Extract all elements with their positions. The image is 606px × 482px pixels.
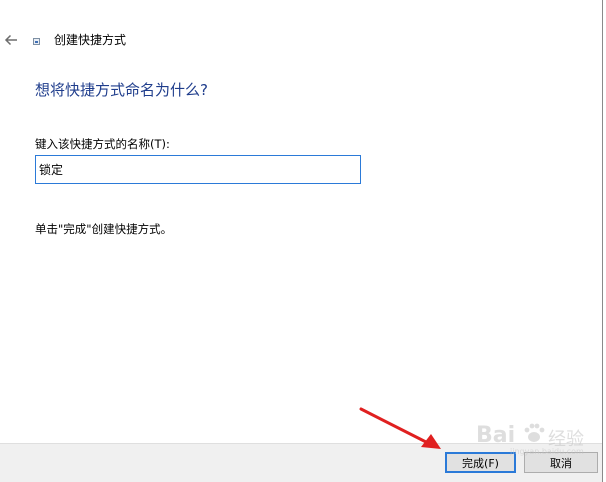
back-button[interactable] <box>2 30 22 50</box>
shortcut-name-label: 键入该快捷方式的名称(T): <box>35 137 170 151</box>
window-title: 创建快捷方式 <box>54 33 127 47</box>
cancel-button[interactable]: 取消 <box>524 452 598 473</box>
shortcut-icon <box>33 38 40 45</box>
back-arrow-icon <box>4 34 17 46</box>
shortcut-name-input[interactable] <box>35 155 361 184</box>
instruction-text: 单击"完成"创建快捷方式。 <box>35 222 173 236</box>
window-edge <box>602 0 603 482</box>
page-heading: 想将快捷方式命名为什么? <box>35 81 208 99</box>
annotation-arrow-icon <box>359 407 441 449</box>
finish-button[interactable]: 完成(F) <box>445 452 516 473</box>
paw-logo-icon <box>524 423 545 442</box>
